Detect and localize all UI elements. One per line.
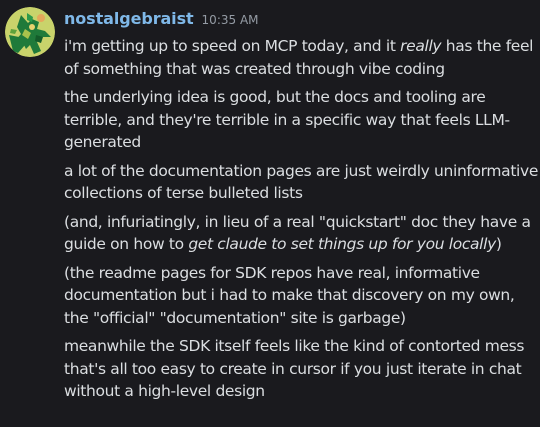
message-header: nostalgebraist 10:35 AM [64,9,534,35]
message-text: meanwhile the SDK itself feels like the … [64,337,525,355]
message-text: has the feel [441,37,534,55]
message-line: (and, infuriatingly, in lieu of a real "… [64,211,534,234]
message-text: the "official" "documentation" site is g… [64,308,406,327]
green-figure-on-yellow-avatar-icon [5,7,55,57]
message-text: that's all too easy to create in cursor … [64,359,522,378]
message-line: generated [64,131,534,154]
message-text: of something that was created through vi… [64,59,445,78]
message-line: the underlying idea is good, but the doc… [64,86,534,109]
message-text: generated [64,133,141,151]
italic-text: get claude to set things up for you loca… [188,235,496,253]
message-line: without a high-level design [64,380,534,403]
message-text: terrible, and they're terrible in a spec… [64,110,510,129]
message-paragraph: i'm getting up to speed on MCP today, an… [64,35,534,80]
message-text: collections of terse bulleted lists [64,184,303,202]
italic-text: really [400,37,442,55]
message-text: ) [495,235,502,253]
message-line: a lot of the documentation pages are jus… [64,160,538,183]
message-content: nostalgebraist 10:35 AM i'm getting up t… [64,9,538,403]
message-paragraph: meanwhile the SDK itself feels like the … [64,335,534,403]
message-line: i'm getting up to speed on MCP today, an… [64,35,534,58]
user-avatar[interactable] [5,7,55,57]
message-paragraph: a lot of the documentation pages are jus… [64,160,538,205]
message-text: i'm getting up to speed on MCP today, an… [64,37,401,55]
message-line: (the readme pages for SDK repos have rea… [64,262,534,285]
message-text: the underlying idea is good, but the doc… [64,88,486,106]
message-line: of something that was created through vi… [64,58,534,81]
message-text: (and, infuriatingly, in lieu of a real "… [64,212,531,231]
message-paragraph: (the readme pages for SDK repos have rea… [64,262,534,330]
message-paragraph: the underlying idea is good, but the doc… [64,86,534,154]
timestamp[interactable]: 10:35 AM [202,13,259,27]
message-text: documentation but i had to make that dis… [64,286,515,304]
message-line: collections of terse bulleted lists [64,182,534,205]
message-line: guide on how to get claude to set things… [64,233,534,256]
message-line: the "official" "documentation" site is g… [64,307,534,330]
message-paragraph: (and, infuriatingly, in lieu of a real "… [64,211,534,256]
message-line: that's all too easy to create in cursor … [64,358,534,381]
username[interactable]: nostalgebraist [64,9,194,28]
message-line: documentation but i had to make that dis… [64,284,534,307]
message-text: without a high-level design [64,382,265,400]
chat-message: nostalgebraist 10:35 AM i'm getting up t… [0,0,540,427]
message-line: terrible, and they're terrible in a spec… [64,109,534,132]
message-line: meanwhile the SDK itself feels like the … [64,335,534,358]
message-text: a lot of the documentation pages are jus… [64,161,539,180]
message-text: guide on how to [64,235,189,253]
message-body: i'm getting up to speed on MCP today, an… [64,35,538,403]
message-text: (the readme pages for SDK repos have rea… [64,263,480,282]
